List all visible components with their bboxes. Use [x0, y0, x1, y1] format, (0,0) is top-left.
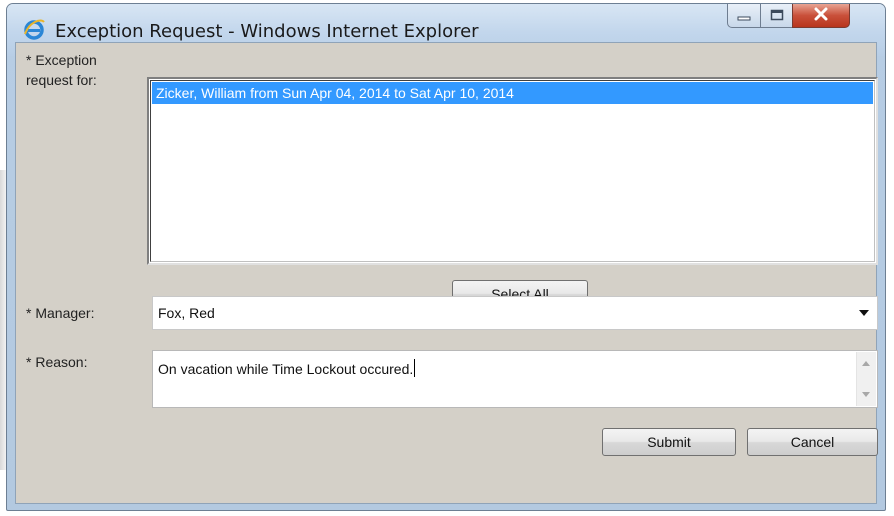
internet-explorer-icon [23, 19, 45, 41]
dialog-content: * Exception request for: Zicker, William… [15, 42, 878, 504]
minimize-icon [737, 6, 751, 25]
close-button[interactable] [792, 4, 850, 28]
close-icon [813, 6, 829, 25]
minimize-button[interactable] [727, 4, 761, 28]
maximize-icon [770, 6, 784, 25]
ie-window: Exception Request - Windows Internet Exp… [6, 3, 886, 511]
exception-label-line1: * Exception [26, 52, 97, 68]
manager-value: Fox, Red [158, 305, 215, 321]
cancel-button[interactable]: Cancel [747, 428, 878, 456]
reason-textarea[interactable]: On vacation while Time Lockout occured. [152, 350, 878, 408]
exception-label-line2: request for: [26, 72, 97, 88]
window-title: Exception Request - Windows Internet Exp… [55, 21, 479, 42]
chevron-down-icon[interactable] [859, 310, 869, 316]
reason-text: On vacation while Time Lockout occured. [158, 359, 416, 377]
submit-button[interactable]: Submit [602, 428, 736, 456]
scroll-down-icon[interactable] [862, 392, 870, 397]
text-caret [414, 359, 416, 377]
list-item[interactable]: Zicker, William from Sun Apr 04, 2014 to… [152, 82, 873, 104]
list-inner-border [150, 80, 875, 262]
exception-request-label: * Exception request for: [26, 50, 97, 90]
reason-scrollbar[interactable] [856, 352, 876, 406]
reason-value: On vacation while Time Lockout occured. [158, 361, 414, 377]
exception-request-list[interactable]: Zicker, William from Sun Apr 04, 2014 to… [147, 77, 878, 265]
manager-select[interactable]: Fox, Red [152, 296, 878, 330]
manager-label: * Manager: [26, 305, 95, 321]
scroll-up-icon[interactable] [862, 361, 870, 366]
maximize-button[interactable] [760, 4, 793, 28]
reason-label: * Reason: [26, 354, 88, 370]
